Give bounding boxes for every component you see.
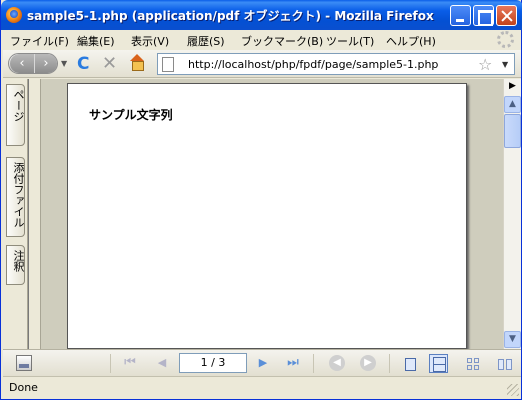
menu-edit[interactable]: 編集(E) bbox=[77, 33, 115, 49]
prev-page-icon[interactable]: ◀ bbox=[153, 354, 171, 372]
firefox-logo-icon bbox=[6, 7, 22, 23]
tab-attachments[interactable]: 添付ファイル bbox=[6, 157, 25, 237]
menu-bar: ファイル(F) 編集(E) 表示(V) 履歴(S) ブックマーク(B) ツール(… bbox=[3, 30, 521, 50]
menu-tools[interactable]: ツール(T) bbox=[326, 33, 374, 49]
grid-cell bbox=[474, 358, 479, 363]
menu-bookmarks[interactable]: ブックマーク(B) bbox=[241, 33, 323, 49]
grid-cell bbox=[467, 358, 472, 363]
next-page-icon[interactable]: ▶ bbox=[254, 354, 272, 372]
facing-right-page bbox=[506, 359, 512, 370]
content-area: ページ 添付ファイル 注釈 サンプル文字列 ▶ ▲ ▼ ⏮ ◀ 1 / 3 ▶ … bbox=[3, 79, 521, 376]
facing-left-page bbox=[498, 359, 504, 370]
browser-window: sample5-1.php (application/pdf オブジェクト) -… bbox=[0, 0, 522, 400]
page-favicon-icon bbox=[162, 57, 174, 72]
menu-arrow-icon[interactable]: ▶ bbox=[504, 81, 521, 95]
window-title: sample5-1.php (application/pdf オブジェクト) -… bbox=[27, 9, 434, 23]
bookmark-star-icon[interactable]: ☆ bbox=[478, 55, 492, 74]
pdf-toolbar: ⏮ ◀ 1 / 3 ▶ ⏭ ◀ ▶ bbox=[3, 349, 521, 376]
grid-view-icon[interactable] bbox=[463, 354, 482, 373]
scroll-up-icon[interactable]: ▲ bbox=[504, 96, 521, 113]
tab-annotations-label: 注釈 bbox=[12, 250, 25, 272]
pdf-page: サンプル文字列 bbox=[67, 83, 467, 349]
forward-icon[interactable]: › bbox=[34, 54, 57, 73]
status-text: Done bbox=[9, 381, 38, 394]
last-page-icon[interactable]: ⏭ bbox=[284, 354, 302, 372]
menu-file[interactable]: ファイル(F) bbox=[10, 33, 69, 49]
toggle-sidebar-icon[interactable] bbox=[16, 355, 32, 371]
toolbar-separator bbox=[389, 354, 390, 373]
url-dropdown-icon[interactable]: ▼ bbox=[502, 60, 508, 69]
panel-splitter[interactable] bbox=[29, 79, 41, 349]
single-page-glyph bbox=[405, 358, 416, 371]
menu-help[interactable]: ヘルプ(H) bbox=[386, 33, 436, 49]
page-text: サンプル文字列 bbox=[89, 108, 173, 122]
title-bar[interactable]: sample5-1.php (application/pdf オブジェクト) -… bbox=[1, 0, 522, 30]
tab-annotations[interactable]: 注釈 bbox=[6, 245, 25, 285]
first-page-icon[interactable]: ⏮ bbox=[121, 354, 139, 372]
url-bar[interactable]: http://localhost/php/fpdf/page/sample5-1… bbox=[157, 53, 515, 75]
facing-view-icon[interactable] bbox=[495, 354, 514, 373]
home-icon[interactable] bbox=[129, 54, 145, 71]
close-button[interactable] bbox=[496, 5, 517, 26]
toolbar-separator bbox=[110, 354, 111, 373]
resize-grip-icon[interactable] bbox=[507, 384, 519, 396]
url-text[interactable]: http://localhost/php/fpdf/page/sample5-1… bbox=[188, 58, 438, 71]
vertical-scrollbar[interactable]: ▶ ▲ ▼ bbox=[503, 79, 521, 349]
scroll-down-icon[interactable]: ▼ bbox=[504, 331, 521, 348]
continuous-glyph bbox=[433, 357, 446, 372]
previous-view-icon[interactable]: ◀ bbox=[329, 355, 345, 371]
single-page-view-icon[interactable] bbox=[400, 354, 419, 373]
page-number-input[interactable]: 1 / 3 bbox=[179, 353, 247, 373]
tab-attachments-label: 添付ファイル bbox=[12, 162, 25, 228]
minimize-button[interactable] bbox=[450, 5, 471, 26]
back-icon[interactable]: ‹ bbox=[10, 54, 34, 73]
navigation-toolbar: ‹ › ▼ C ✕ http://localhost/php/fpdf/page… bbox=[3, 50, 521, 78]
menu-view[interactable]: 表示(V) bbox=[131, 33, 169, 49]
reload-icon[interactable]: C bbox=[77, 54, 89, 74]
next-view-icon[interactable]: ▶ bbox=[360, 355, 376, 371]
pdf-document-area[interactable]: サンプル文字列 bbox=[29, 79, 503, 349]
maximize-button[interactable] bbox=[473, 5, 494, 26]
throbber-icon bbox=[497, 31, 514, 48]
grid-cell bbox=[467, 365, 472, 370]
status-bar: Done bbox=[3, 376, 521, 398]
back-forward-group: ‹ › bbox=[8, 53, 58, 74]
scroll-thumb[interactable] bbox=[504, 114, 521, 148]
grid-cell bbox=[474, 365, 479, 370]
stop-icon[interactable]: ✕ bbox=[102, 53, 117, 74]
toolbar-separator bbox=[313, 354, 314, 373]
continuous-view-icon[interactable] bbox=[429, 354, 448, 373]
tab-pages[interactable]: ページ bbox=[6, 84, 25, 146]
history-dropdown-icon[interactable]: ▼ bbox=[61, 59, 67, 68]
menu-history[interactable]: 履歴(S) bbox=[187, 33, 225, 49]
tab-pages-label: ページ bbox=[12, 89, 25, 122]
pdf-side-panel: ページ 添付ファイル 注釈 bbox=[3, 79, 28, 349]
